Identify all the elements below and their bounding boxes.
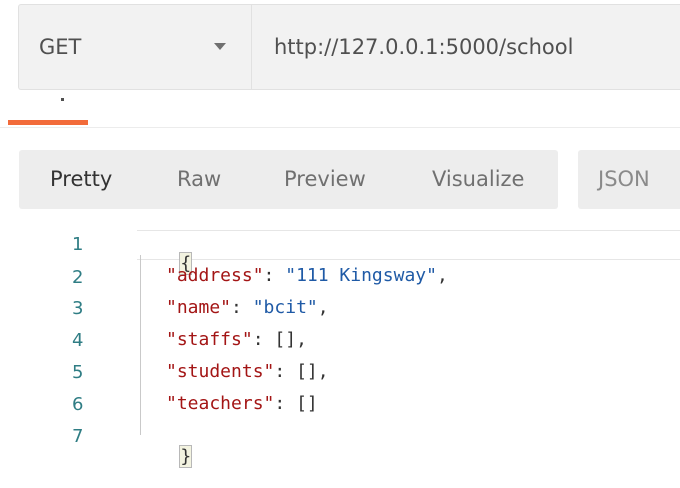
json-key: "staffs" — [166, 329, 253, 350]
code-line: } — [137, 425, 193, 488]
line-number: 1 — [72, 234, 84, 255]
close-brace: } — [179, 445, 193, 468]
json-value: [] — [274, 329, 297, 350]
active-line-highlight — [137, 230, 680, 260]
active-tab-indicator — [8, 120, 88, 125]
response-view-toggle: Pretty Raw Preview Visualize — [19, 150, 558, 209]
visualize-button[interactable]: Visualize — [432, 167, 524, 191]
raw-button[interactable]: Raw — [177, 167, 221, 191]
url-input[interactable] — [252, 5, 680, 89]
code-line: "staffs": [], — [166, 329, 307, 350]
json-key: "address" — [166, 265, 264, 286]
code-line: "address": "111 Kingsway", — [166, 265, 448, 286]
pretty-button[interactable]: Pretty — [50, 167, 112, 191]
tab-label-fragment — [61, 98, 64, 101]
code-line: "name": "bcit", — [166, 297, 329, 318]
json-value: "bcit" — [252, 297, 318, 318]
code-line: "students": [], — [166, 361, 329, 382]
request-bar: GET — [18, 4, 680, 90]
json-value: [] — [296, 393, 318, 414]
method-dropdown[interactable]: GET — [19, 5, 252, 89]
code-line: "teachers": [] — [166, 393, 318, 414]
preview-button[interactable]: Preview — [284, 167, 366, 191]
response-body-editor[interactable]: 1 2 3 4 5 6 7 { "address": "111 Kingsway… — [0, 228, 680, 468]
line-number: 2 — [72, 267, 84, 288]
format-dropdown[interactable]: JSON — [578, 150, 680, 209]
json-key: "students" — [166, 361, 275, 382]
json-separator: , — [436, 265, 448, 286]
json-separator: , — [317, 361, 329, 382]
method-label: GET — [39, 35, 82, 59]
line-number: 3 — [72, 298, 84, 319]
json-value: [] — [296, 361, 318, 382]
json-value: "111 Kingsway" — [285, 265, 437, 286]
json-key: "teachers" — [166, 393, 275, 414]
caret-down-icon — [214, 43, 226, 50]
json-key: "name" — [166, 297, 232, 318]
line-number: 4 — [72, 330, 84, 351]
json-separator: , — [296, 329, 307, 350]
json-separator: , — [317, 297, 329, 318]
format-label: JSON — [598, 167, 650, 191]
line-number: 6 — [72, 394, 84, 415]
line-number: 5 — [72, 362, 84, 383]
tab-divider — [0, 127, 680, 128]
line-number: 7 — [72, 426, 84, 447]
